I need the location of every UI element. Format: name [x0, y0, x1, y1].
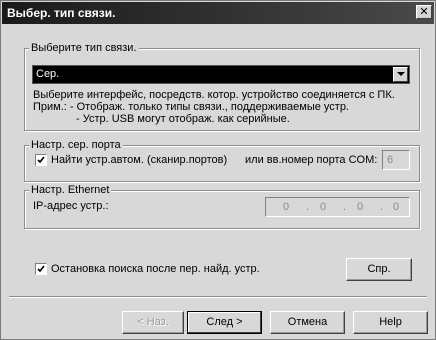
com-port-input[interactable]: 6: [382, 150, 410, 170]
conn-type-legend: Выберите тип связи.: [29, 41, 139, 55]
chevron-down-icon: [397, 72, 405, 76]
ethernet-group: Настр. Ethernet IP-адрес устр.: 0 . 0 . …: [24, 183, 420, 229]
ip-label: IP-адрес устр.:: [33, 200, 109, 212]
conn-type-group: Выберите тип связи. Сер. Выберите интерф…: [24, 41, 420, 131]
conn-type-select[interactable]: Сер.: [32, 65, 410, 84]
ip-octet-2: 0: [320, 201, 327, 213]
help-button[interactable]: Help: [353, 311, 428, 334]
ip-octet-4: 0: [393, 201, 400, 213]
close-button[interactable]: ✕: [416, 5, 432, 19]
ip-separator: .: [343, 201, 347, 213]
cancel-button[interactable]: Отмена: [270, 311, 345, 334]
stop-search-label: Остановка поиска после пер. найд. устр.: [51, 263, 260, 275]
dropdown-button[interactable]: [393, 67, 408, 82]
serial-legend: Настр. сер. порта: [29, 138, 123, 152]
conn-info-line3: - Устр. USB могут отображ. как серийные.: [76, 113, 290, 125]
help-small-button[interactable]: Спр.: [346, 258, 412, 281]
ethernet-legend: Настр. Ethernet: [29, 183, 112, 197]
com-port-value: 6: [387, 154, 394, 166]
next-button[interactable]: След >: [187, 311, 262, 334]
ip-octet-3: 0: [357, 201, 364, 213]
stop-search-checkbox[interactable]: [35, 263, 47, 275]
serial-port-group: Настр. сер. порта Найти устр.автом. (ска…: [24, 138, 420, 182]
ip-address-input[interactable]: 0 . 0 . 0 . 0: [265, 197, 410, 217]
divider: [9, 296, 427, 298]
ip-separator: .: [380, 201, 384, 213]
auto-detect-label: Найти устр.автом. (сканир.портов): [51, 154, 228, 166]
checkmark-icon: [37, 156, 45, 164]
checkmark-icon: [37, 265, 45, 273]
window-title: Выбер. тип связи.: [7, 6, 116, 20]
close-icon: ✕: [419, 6, 429, 18]
back-button[interactable]: < Наз.: [122, 311, 184, 334]
com-port-label: или вв.номер порта COM:: [245, 154, 378, 166]
auto-detect-checkbox[interactable]: [35, 154, 47, 166]
ip-separator: .: [306, 201, 310, 213]
conn-type-selected: Сер.: [36, 68, 60, 80]
dialog-window: Выбер. тип связи. ✕ Выберите тип связи. …: [0, 0, 436, 340]
title-bar: Выбер. тип связи. ✕: [2, 2, 434, 24]
ip-octet-1: 0: [283, 201, 290, 213]
